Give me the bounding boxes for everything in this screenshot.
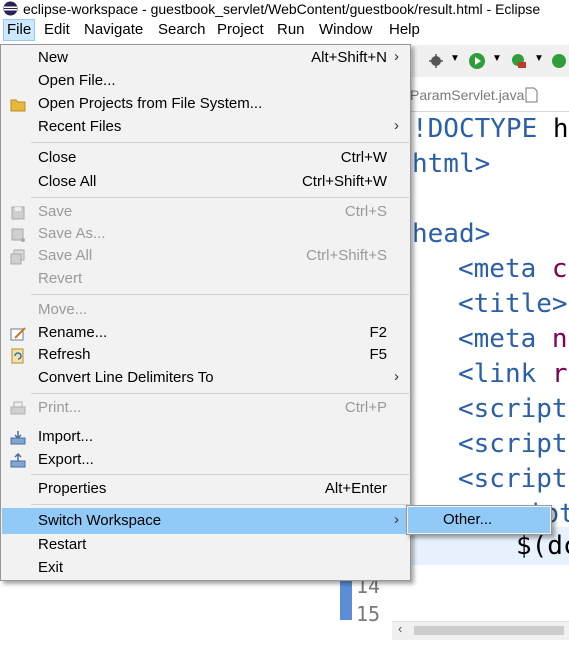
menu-item-save-as[interactable]: Save As...: [2, 223, 409, 246]
menu-run[interactable]: Run: [274, 20, 308, 40]
main-toolbar: ▼ ▼ ▼: [412, 45, 569, 77]
scroll-left-icon[interactable]: ‹: [398, 621, 402, 636]
code-editor[interactable]: !DOCTYPE ht html> head> <meta ch <title>…: [412, 111, 569, 621]
chevron-down-icon[interactable]: ▼: [492, 53, 502, 64]
menu-item-open-projects[interactable]: Open Projects from File System...: [2, 93, 409, 116]
menu-item-restart[interactable]: Restart: [2, 534, 409, 557]
menu-search[interactable]: Search: [155, 20, 209, 40]
code-line: <script: [458, 394, 568, 424]
code-line: <link re: [458, 359, 569, 389]
menu-item-close[interactable]: Close Ctrl+W: [2, 147, 409, 170]
code-line: !DOCTYPE ht: [412, 114, 569, 144]
save-icon: [11, 206, 25, 220]
menu-item-rename[interactable]: Rename... F2: [2, 322, 409, 345]
menu-item-print[interactable]: Print... Ctrl+P: [2, 397, 409, 420]
menu-item-open-file[interactable]: Open File...: [2, 70, 409, 93]
window-title: eclipse-workspace - guestbook_servlet/We…: [23, 0, 541, 17]
menu-edit[interactable]: Edit: [41, 20, 73, 40]
code-line: <meta na: [458, 324, 569, 354]
menu-project[interactable]: Project: [214, 20, 267, 40]
save-all-icon: [10, 249, 25, 265]
line-number: 15: [356, 602, 381, 626]
menu-separator: [31, 393, 409, 394]
code-line: head>: [412, 219, 491, 249]
menu-separator: [31, 504, 409, 505]
menu-item-properties[interactable]: Properties Alt+Enter: [2, 478, 409, 501]
folder-icon: [10, 99, 26, 112]
menu-item-refresh[interactable]: Refresh F5: [2, 344, 409, 367]
menu-item-import[interactable]: Import...: [2, 426, 409, 449]
code-line: <title>S: [458, 289, 569, 319]
scrollbar-thumb[interactable]: [414, 626, 564, 635]
chevron-right-icon: ›: [394, 117, 399, 134]
menu-item-recent-files[interactable]: Recent Files ›: [2, 116, 409, 139]
debug-icon[interactable]: [428, 53, 444, 69]
file-icon: [525, 87, 538, 103]
menu-item-new[interactable]: New Alt+Shift+N ›: [2, 47, 409, 70]
editor-tab-paramservlet[interactable]: ParamServlet.java: [410, 87, 524, 103]
menu-help[interactable]: Help: [386, 20, 423, 40]
menu-item-convert-line-delimiters[interactable]: Convert Line Delimiters To ›: [2, 367, 409, 390]
code-line: <meta ch: [458, 254, 569, 284]
save-as-icon: [11, 228, 25, 242]
switch-workspace-submenu: Other...: [406, 505, 552, 535]
menu-item-switch-workspace[interactable]: Switch Workspace ›: [2, 508, 409, 534]
rename-icon: [10, 327, 26, 341]
menu-separator: [31, 294, 409, 295]
chevron-right-icon: ›: [394, 48, 399, 65]
menu-separator: [31, 197, 409, 198]
menu-item-exit[interactable]: Exit: [2, 557, 409, 580]
code-line: html>: [412, 149, 491, 179]
coverage-icon[interactable]: [510, 52, 528, 70]
chevron-down-icon[interactable]: ▼: [534, 53, 544, 64]
file-menu: New Alt+Shift+N › Open File... Open Proj…: [0, 44, 411, 581]
window-title-bar: eclipse-workspace - guestbook_servlet/We…: [0, 0, 569, 17]
menu-navigate[interactable]: Navigate: [81, 20, 146, 40]
import-icon: [10, 431, 26, 445]
menu-window[interactable]: Window: [316, 20, 375, 40]
menu-item-move[interactable]: Move...: [2, 299, 409, 322]
menu-item-save[interactable]: Save Ctrl+S: [2, 201, 409, 224]
code-line: <script: [458, 464, 568, 494]
submenu-item-other[interactable]: Other...: [408, 507, 550, 533]
code-line: $(dc: [516, 531, 569, 561]
menu-item-export[interactable]: Export...: [2, 449, 409, 472]
eclipse-icon: [3, 1, 18, 16]
code-line: <script: [458, 429, 568, 459]
horizontal-scrollbar[interactable]: ‹: [392, 621, 569, 640]
refresh-icon: [11, 348, 24, 364]
menu-separator: [31, 474, 409, 475]
menu-item-revert[interactable]: Revert: [2, 268, 409, 291]
menu-separator: [31, 142, 409, 143]
menu-file[interactable]: File: [3, 19, 36, 41]
chevron-right-icon: ›: [394, 368, 399, 385]
chevron-right-icon: ›: [394, 511, 399, 528]
external-tools-icon[interactable]: [550, 52, 568, 70]
run-icon[interactable]: [468, 52, 486, 70]
menu-item-close-all[interactable]: Close All Ctrl+Shift+W: [2, 171, 409, 194]
chevron-down-icon[interactable]: ▼: [450, 53, 460, 64]
menu-item-save-all[interactable]: Save All Ctrl+Shift+S: [2, 245, 409, 268]
export-icon: [10, 453, 26, 468]
menu-bar: File Edit Navigate Search Project Run Wi…: [0, 17, 569, 44]
print-icon: [10, 401, 26, 415]
